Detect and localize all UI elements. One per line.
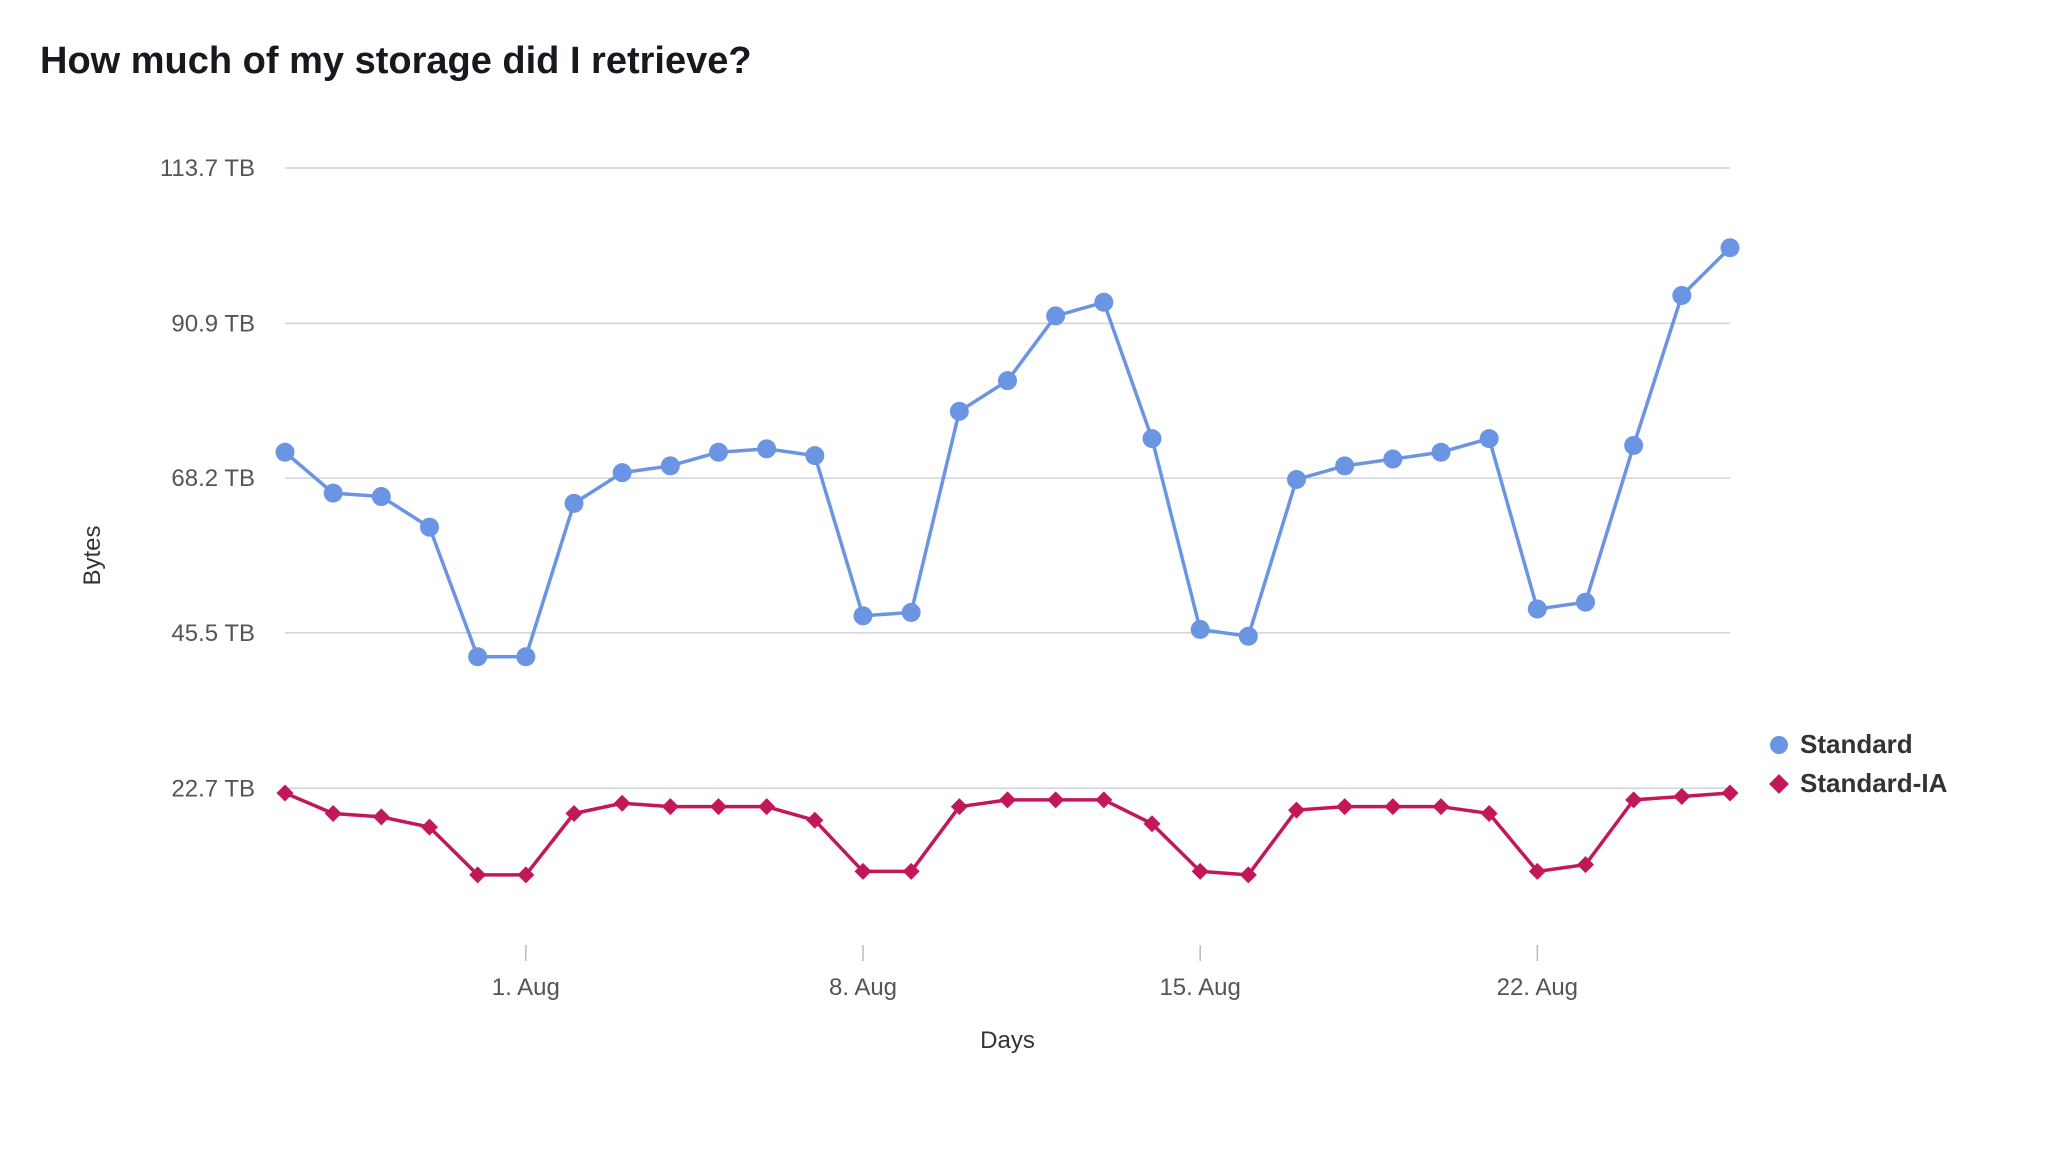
legend-item-standard-ia[interactable]: Standard-IA	[1770, 768, 1947, 799]
chart-svg: 22.7 TB 45.5 TB 68.2 TB 90.9 TB 113.7 TB 1. A…	[40, 123, 1760, 1073]
svg-text:22.7 TB: 22.7 TB	[171, 775, 255, 802]
svg-text:1. Aug: 1. Aug	[492, 974, 560, 1001]
svg-text:113.7 TB: 113.7 TB	[160, 155, 255, 182]
chart-legend: Standard Standard-IA	[1760, 389, 1947, 807]
y-axis-label: Bytes	[79, 525, 106, 585]
legend-label-standard-ia: Standard-IA	[1800, 768, 1947, 799]
chart-plot-area: 22.7 TB 45.5 TB 68.2 TB 90.9 TB 113.7 TB 1. A…	[40, 123, 1760, 1073]
svg-text:45.5 TB: 45.5 TB	[171, 620, 255, 647]
chart-title: How much of my storage did I retrieve?	[40, 40, 2008, 83]
x-axis-label: Days	[980, 1027, 1035, 1054]
legend-marker-circle-icon	[1770, 736, 1788, 754]
svg-text:8. Aug: 8. Aug	[829, 974, 897, 1001]
legend-item-standard[interactable]: Standard	[1770, 729, 1947, 760]
legend-label-standard: Standard	[1800, 729, 1913, 760]
svg-text:22. Aug: 22. Aug	[1497, 974, 1578, 1001]
chart-container: 22.7 TB 45.5 TB 68.2 TB 90.9 TB 113.7 TB 1. A…	[40, 123, 2008, 1073]
svg-text:15. Aug: 15. Aug	[1159, 974, 1240, 1001]
svg-text:68.2 TB: 68.2 TB	[171, 465, 255, 492]
legend-marker-diamond-icon	[1769, 774, 1789, 794]
svg-text:90.9 TB: 90.9 TB	[171, 310, 255, 337]
